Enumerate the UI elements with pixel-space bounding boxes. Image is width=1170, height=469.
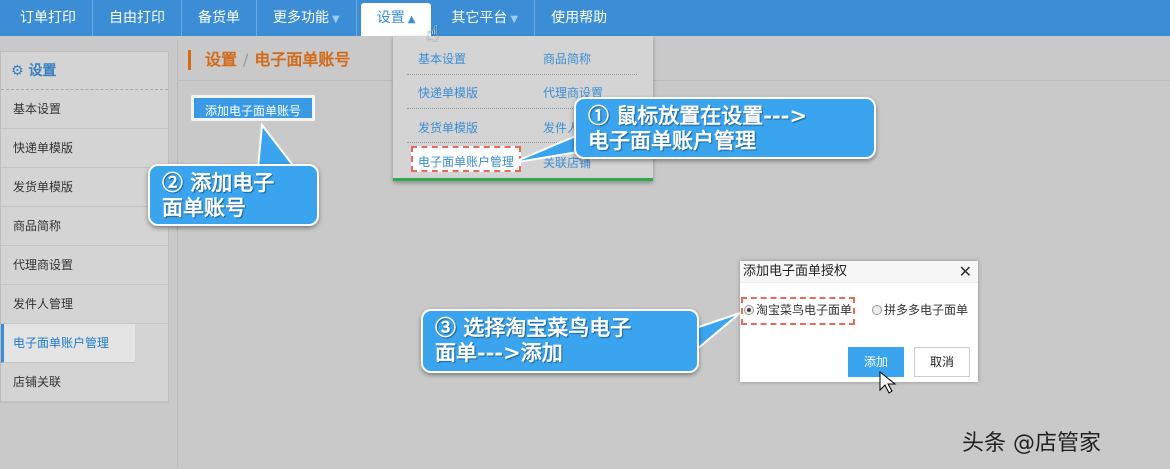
dialog-title: 添加电子面单授权 (740, 261, 978, 283)
radio-unchecked-icon (872, 304, 882, 315)
callout-text: 电子面单账户管理 (588, 128, 756, 153)
callout-text: 面单账号 (162, 195, 246, 220)
radio-taobao-cainiao[interactable]: 淘宝菜鸟电子面单 (744, 301, 852, 318)
radio-label: 淘宝菜鸟电子面单 (756, 303, 853, 317)
callout-text: ② 添加电子 (162, 170, 275, 195)
close-icon[interactable]: ✕ (959, 262, 972, 281)
callout-tails (256, 122, 741, 358)
radio-label: 拼多多电子面单 (884, 303, 969, 317)
callout-2-tail (256, 122, 298, 169)
callout-2: ② 添加电子 面单账号 (148, 164, 319, 226)
arrow-cursor-icon (879, 370, 897, 394)
callout-text: ① 鼠标放置在设置---> (588, 103, 808, 128)
radio-checked-icon (744, 304, 754, 315)
callout-3: ③ 选择淘宝菜鸟电子 面单--->添加 (421, 309, 699, 373)
callout-1: ① 鼠标放置在设置---> 电子面单账户管理 (574, 97, 876, 159)
radio-pinduoduo[interactable]: 拼多多电子面单 (872, 301, 968, 318)
cancel-button[interactable]: 取消 (914, 347, 970, 377)
add-waybill-auth-dialog: 添加电子面单授权 ✕ 淘宝菜鸟电子面单 拼多多电子面单 添加 取消 (740, 261, 978, 382)
watermark: 头条 @店管家 (962, 431, 1101, 456)
callout-text: ③ 选择淘宝菜鸟电子 (435, 315, 632, 340)
callout-text: 面单--->添加 (435, 340, 563, 365)
